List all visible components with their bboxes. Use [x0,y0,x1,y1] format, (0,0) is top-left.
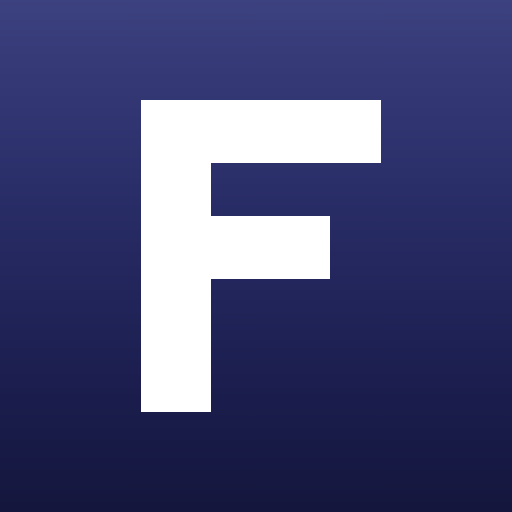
letter-f-shape [141,100,381,412]
app-icon: F [0,0,512,512]
letter-f-logo-icon [141,100,381,412]
